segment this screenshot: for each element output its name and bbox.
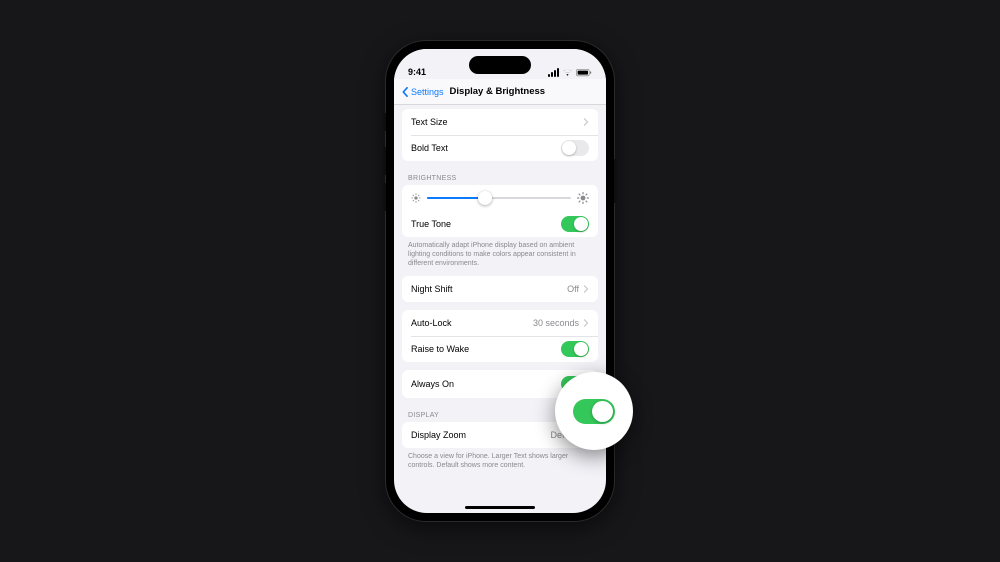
status-time: 9:41 bbox=[408, 67, 426, 77]
always-on-callout bbox=[555, 372, 633, 450]
wifi-icon bbox=[562, 68, 573, 77]
always-on-toggle-magnified bbox=[573, 399, 615, 424]
chevron-right-icon bbox=[583, 118, 589, 126]
battery-icon bbox=[576, 69, 592, 77]
chevron-right-icon bbox=[583, 319, 589, 327]
row-night-shift[interactable]: Night Shift Off bbox=[402, 276, 598, 302]
nav-bar: Settings Display & Brightness bbox=[394, 79, 606, 105]
section-footer-display: Choose a view for iPhone. Larger Text sh… bbox=[394, 448, 606, 470]
back-button[interactable]: Settings bbox=[400, 87, 444, 97]
back-label: Settings bbox=[411, 87, 444, 97]
brightness-low-icon bbox=[411, 193, 421, 203]
row-bold-text: Bold Text bbox=[402, 135, 598, 161]
row-auto-lock[interactable]: Auto-Lock 30 seconds bbox=[402, 310, 598, 336]
content-scroll[interactable]: Text Size Bold Text BRIGHTNESS bbox=[394, 105, 606, 513]
raise-to-wake-toggle[interactable] bbox=[561, 341, 589, 357]
chevron-right-icon bbox=[583, 285, 589, 293]
true-tone-toggle[interactable] bbox=[561, 216, 589, 232]
row-brightness-slider bbox=[402, 185, 598, 211]
cellular-icon bbox=[548, 68, 559, 77]
bold-text-toggle[interactable] bbox=[561, 140, 589, 156]
page-title: Display & Brightness bbox=[450, 86, 546, 97]
brightness-slider[interactable] bbox=[427, 191, 571, 205]
iphone-frame: 9:41 Settings Display & Brightness bbox=[386, 41, 614, 521]
brightness-high-icon bbox=[577, 192, 589, 204]
row-true-tone: True Tone bbox=[402, 211, 598, 237]
row-text-size[interactable]: Text Size bbox=[402, 109, 598, 135]
dynamic-island bbox=[469, 56, 531, 74]
home-indicator[interactable] bbox=[465, 506, 535, 509]
row-raise-to-wake: Raise to Wake bbox=[402, 336, 598, 362]
section-header-brightness: BRIGHTNESS bbox=[394, 169, 606, 185]
section-footer-brightness: Automatically adapt iPhone display based… bbox=[394, 237, 606, 268]
